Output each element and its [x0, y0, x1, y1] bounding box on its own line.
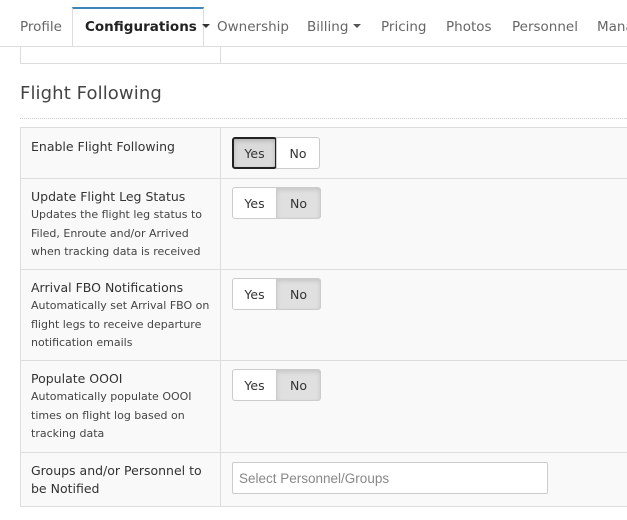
tab-photos[interactable]: Photos [434, 8, 504, 46]
column-divider [220, 47, 221, 63]
caret-down-icon [353, 24, 362, 28]
column-divider [220, 361, 221, 452]
no-button[interactable]: No [277, 369, 321, 401]
yes-no-toggle: Yes No [232, 187, 321, 219]
tab-personnel[interactable]: Personnel [500, 8, 590, 46]
setting-title: Populate OOOI [31, 371, 123, 386]
setting-label: Update Flight Leg Status Updates the fli… [31, 188, 213, 262]
previous-section-remnant [20, 47, 627, 64]
setting-row-enable-flight-following: Enable Flight Following Yes No [20, 127, 627, 178]
yes-no-toggle: Yes No [232, 137, 320, 169]
setting-title: Update Flight Leg Status [31, 189, 186, 204]
tab-label: Billing [307, 19, 349, 35]
column-divider [220, 453, 221, 506]
setting-label: Arrival FBO Notifications Automatically … [31, 279, 213, 353]
column-divider [220, 179, 221, 269]
tab-configurations[interactable]: Configurations [72, 7, 210, 46]
setting-label: Enable Flight Following [31, 138, 213, 156]
tab-pricing[interactable]: Pricing [369, 8, 439, 46]
tab-label: Ownership [217, 19, 289, 35]
setting-title: Groups and/or Personnel to be Notified [31, 463, 202, 496]
tab-ownership[interactable]: Ownership [205, 8, 301, 46]
setting-description: Automatically set Arrival FBO on flight … [31, 299, 210, 349]
no-button[interactable]: No [276, 137, 320, 169]
setting-row-update-flight-leg-status: Update Flight Leg Status Updates the fli… [20, 178, 627, 269]
setting-label: Populate OOOI Automatically populate OOO… [31, 370, 213, 444]
tab-mana[interactable]: Mana [585, 8, 627, 46]
tab-bar: Profile Configurations Ownership Billing… [0, 0, 627, 47]
no-button[interactable]: No [277, 278, 321, 310]
yes-button[interactable]: Yes [232, 369, 277, 401]
yes-button[interactable]: Yes [232, 137, 277, 169]
no-button[interactable]: No [277, 187, 321, 219]
personnel-groups-select[interactable] [232, 462, 548, 494]
yes-button[interactable]: Yes [232, 278, 277, 310]
tab-profile[interactable]: Profile [8, 8, 74, 46]
setting-row-arrival-fbo-notifications: Arrival FBO Notifications Automatically … [20, 269, 627, 360]
yes-button[interactable]: Yes [232, 187, 277, 219]
setting-description: Updates the flight leg status to Filed, … [31, 208, 203, 258]
section-title: Flight Following [20, 83, 162, 104]
setting-label: Groups and/or Personnel to be Notified [31, 462, 213, 498]
tab-label: Personnel [512, 19, 578, 35]
tab-label: Pricing [381, 19, 427, 35]
setting-description: Automatically populate OOOI times on fli… [31, 390, 192, 440]
yes-no-toggle: Yes No [232, 278, 321, 310]
column-divider [220, 128, 221, 178]
tab-billing[interactable]: Billing [295, 8, 373, 46]
tab-label: Mana [597, 19, 627, 35]
settings-grid: Enable Flight Following Yes No Update Fl… [20, 118, 627, 507]
yes-no-toggle: Yes No [232, 369, 321, 401]
column-divider [220, 270, 221, 360]
tab-label: Profile [20, 19, 62, 35]
setting-title: Arrival FBO Notifications [31, 280, 184, 295]
setting-row-groups-personnel: Groups and/or Personnel to be Notified [20, 452, 627, 507]
setting-row-populate-oooi: Populate OOOI Automatically populate OOO… [20, 360, 627, 452]
tab-label: Photos [446, 19, 492, 35]
tab-label: Configurations [85, 19, 197, 35]
setting-title: Enable Flight Following [31, 139, 175, 154]
